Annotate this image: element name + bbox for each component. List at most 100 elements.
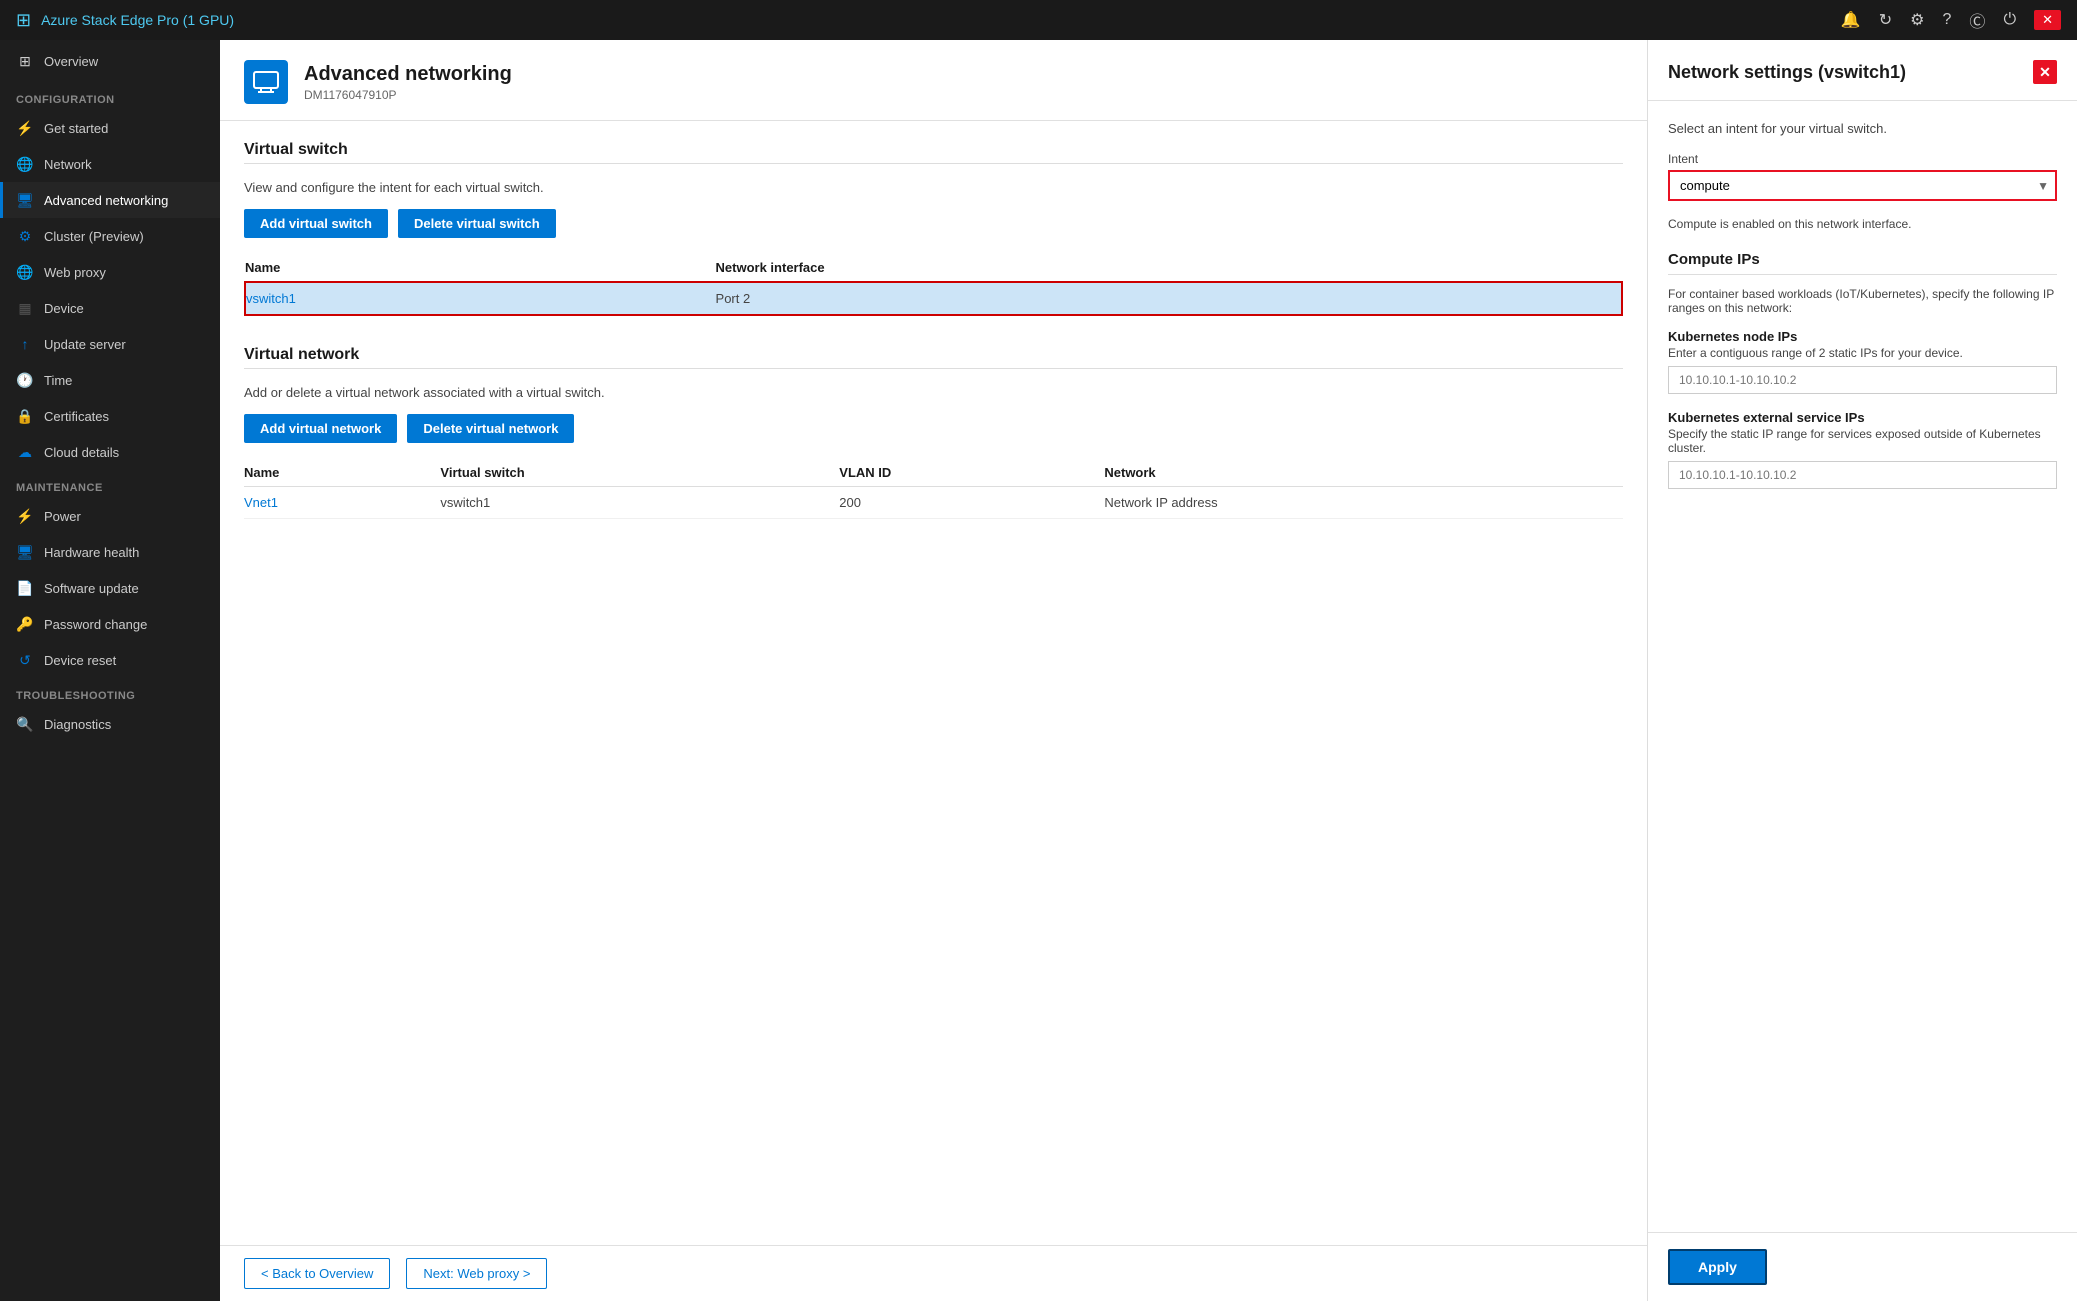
main-body: Virtual switch View and configure the in… (220, 121, 1647, 1245)
web-proxy-icon: 🌐 (16, 263, 34, 281)
vnet-col-vlan: VLAN ID (839, 459, 1104, 487)
sidebar-label-certificates: Certificates (44, 409, 109, 424)
page-title: Advanced networking (304, 63, 512, 86)
next-web-proxy-button[interactable]: Next: Web proxy > (406, 1258, 547, 1289)
add-virtual-network-button[interactable]: Add virtual network (244, 414, 397, 443)
sidebar-label-device: Device (44, 301, 84, 316)
virtual-network-title: Virtual network (244, 346, 1623, 364)
side-panel-close-button[interactable]: ✕ (2033, 60, 2057, 84)
account-icon[interactable]: Ⓒ (1969, 8, 1985, 32)
content-area: Advanced networking DM1176047910P Virtua… (220, 40, 2077, 1301)
sidebar-item-hardware-health[interactable]: 🖥 Hardware health (0, 534, 220, 570)
page-subtitle: DM1176047910P (304, 88, 512, 102)
sidebar-item-get-started[interactable]: ⚡ Get started (0, 110, 220, 146)
virtual-switch-row[interactable]: vswitch1 Port 2 (245, 282, 1622, 315)
refresh-icon[interactable]: ↻ (1879, 10, 1892, 30)
get-started-icon: ⚡ (16, 119, 34, 137)
virtual-network-section: Virtual network Add or delete a virtual … (244, 346, 1623, 519)
sidebar-item-device-reset[interactable]: ↺ Device reset (0, 642, 220, 678)
bell-icon[interactable]: 🔔 (1841, 10, 1861, 30)
sidebar-item-advanced-networking[interactable]: 🖥 Advanced networking (0, 182, 220, 218)
sidebar-item-overview[interactable]: ⊞ Overview (0, 40, 220, 82)
sidebar: ⊞ Overview CONFIGURATION ⚡ Get started 🌐… (0, 40, 220, 1301)
power-icon[interactable]: ⏻ (2003, 11, 2016, 29)
apply-button[interactable]: Apply (1668, 1249, 1767, 1285)
password-change-icon: 🔑 (16, 615, 34, 633)
sidebar-item-certificates[interactable]: 🔒 Certificates (0, 398, 220, 434)
sidebar-item-password-change[interactable]: 🔑 Password change (0, 606, 220, 642)
cloud-details-icon: ☁ (16, 443, 34, 461)
time-icon: 🕐 (16, 371, 34, 389)
side-panel-title: Network settings (vswitch1) (1668, 62, 1906, 83)
side-panel-body: Select an intent for your virtual switch… (1648, 101, 2077, 1232)
compute-ips-divider (1668, 274, 2057, 275)
certificates-icon: 🔒 (16, 407, 34, 425)
sidebar-label-cloud-details: Cloud details (44, 445, 119, 460)
intent-select[interactable]: compute none (1668, 170, 2057, 201)
sidebar-label-web-proxy: Web proxy (44, 265, 106, 280)
vswitch-name: vswitch1 (245, 282, 716, 315)
virtual-switch-section: Virtual switch View and configure the in… (244, 141, 1623, 316)
sidebar-label-get-started: Get started (44, 121, 108, 136)
sidebar-item-network[interactable]: 🌐 Network (0, 146, 220, 182)
virtual-network-row[interactable]: Vnet1 vswitch1 200 Network IP address (244, 487, 1623, 519)
sidebar-item-power[interactable]: ⚡ Power (0, 498, 220, 534)
main-content: Advanced networking DM1176047910P Virtua… (220, 40, 1647, 1301)
main-footer: < Back to Overview Next: Web proxy > (220, 1245, 1647, 1301)
sidebar-item-diagnostics[interactable]: 🔍 Diagnostics (0, 706, 220, 742)
sidebar-item-software-update[interactable]: 📄 Software update (0, 570, 220, 606)
k8s-node-ips-input[interactable] (1668, 366, 2057, 394)
virtual-network-desc: Add or delete a virtual network associat… (244, 385, 1623, 400)
device-icon: ▦ (16, 299, 34, 317)
advanced-networking-icon: 🖥 (16, 191, 34, 209)
app-title: Azure Stack Edge Pro (1 GPU) (41, 12, 234, 28)
sidebar-label-time: Time (44, 373, 72, 388)
virtual-switch-btn-row: Add virtual switch Delete virtual switch (244, 209, 1623, 238)
sidebar-label-software-update: Software update (44, 581, 139, 596)
overview-label: Overview (44, 54, 98, 69)
title-bar-icons: 🔔 ↻ ⚙ ? Ⓒ ⏻ ✕ (1841, 8, 2061, 32)
vnet-switch: vswitch1 (440, 487, 839, 519)
help-icon[interactable]: ? (1943, 11, 1952, 29)
vswitch-col-name: Name (245, 254, 716, 282)
cluster-icon: ⚙ (16, 227, 34, 245)
sidebar-label-device-reset: Device reset (44, 653, 116, 668)
add-virtual-switch-button[interactable]: Add virtual switch (244, 209, 388, 238)
compute-info-text: Compute is enabled on this network inter… (1668, 217, 2057, 231)
vnet-network: Network IP address (1104, 487, 1623, 519)
page-header-text: Advanced networking DM1176047910P (304, 63, 512, 102)
intent-label: Intent (1668, 152, 2057, 166)
back-to-overview-button[interactable]: < Back to Overview (244, 1258, 390, 1289)
sidebar-item-time[interactable]: 🕐 Time (0, 362, 220, 398)
virtual-switch-desc: View and configure the intent for each v… (244, 180, 1623, 195)
sidebar-item-device[interactable]: ▦ Device (0, 290, 220, 326)
device-reset-icon: ↺ (16, 651, 34, 669)
close-button[interactable]: ✕ (2034, 10, 2061, 30)
delete-virtual-network-button[interactable]: Delete virtual network (407, 414, 574, 443)
vnet-vlan: 200 (839, 487, 1104, 519)
k8s-ext-ips-input[interactable] (1668, 461, 2057, 489)
hardware-health-icon: 🖥 (16, 543, 34, 561)
update-server-icon: ↑ (16, 335, 34, 353)
vswitch-interface: Port 2 (716, 282, 1622, 315)
k8s-ext-ips-label: Kubernetes external service IPs (1668, 410, 2057, 425)
sidebar-item-cluster[interactable]: ⚙ Cluster (Preview) (0, 218, 220, 254)
vnet-name: Vnet1 (244, 487, 440, 519)
troubleshooting-section-label: TROUBLESHOOTING (0, 678, 220, 706)
sidebar-item-update-server[interactable]: ↑ Update server (0, 326, 220, 362)
settings-icon[interactable]: ⚙ (1910, 10, 1924, 30)
k8s-node-ips-label: Kubernetes node IPs (1668, 329, 2057, 344)
virtual-network-table: Name Virtual switch VLAN ID Network Vnet… (244, 459, 1623, 519)
virtual-switch-divider (244, 163, 1623, 164)
delete-virtual-switch-button[interactable]: Delete virtual switch (398, 209, 556, 238)
vnet-col-network: Network (1104, 459, 1623, 487)
virtual-switch-title: Virtual switch (244, 141, 1623, 159)
k8s-node-ips-desc: Enter a contiguous range of 2 static IPs… (1668, 346, 2057, 360)
sidebar-item-cloud-details[interactable]: ☁ Cloud details (0, 434, 220, 470)
vnet-col-switch: Virtual switch (440, 459, 839, 487)
page-icon (244, 60, 288, 104)
sidebar-label-password-change: Password change (44, 617, 147, 632)
sidebar-item-web-proxy[interactable]: 🌐 Web proxy (0, 254, 220, 290)
main-header: Advanced networking DM1176047910P (220, 40, 1647, 121)
sidebar-label-update-server: Update server (44, 337, 126, 352)
